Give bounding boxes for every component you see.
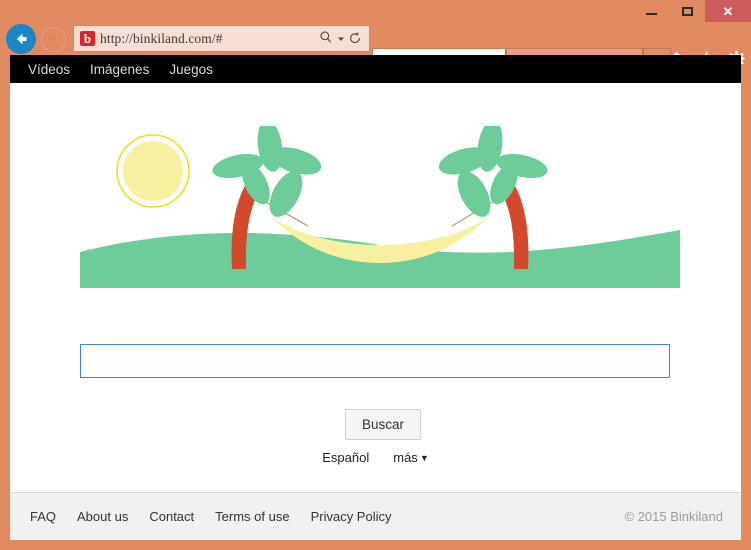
- address-bar[interactable]: b http://binkiland.com/#: [73, 25, 370, 52]
- minimize-button[interactable]: [633, 0, 669, 22]
- footer-link-about-us[interactable]: About us: [77, 509, 128, 524]
- close-button[interactable]: ✕: [705, 0, 751, 22]
- minimize-icon: [645, 13, 657, 15]
- site-menu-item-juegos[interactable]: Juegos: [169, 62, 213, 77]
- language-link[interactable]: Español: [322, 450, 369, 465]
- refresh-icon[interactable]: [348, 31, 362, 47]
- close-icon: ✕: [722, 3, 734, 19]
- footer-link-terms-of-use[interactable]: Terms of use: [215, 509, 289, 524]
- more-link[interactable]: más ▼: [393, 450, 428, 465]
- beach-hammock-palms-logo: [80, 120, 680, 301]
- options-row: Español más ▼: [10, 450, 741, 465]
- site-menu-item-videos[interactable]: Vídeos: [28, 62, 70, 77]
- palm-leaves-left: [212, 120, 322, 217]
- palm-leaves-right: [438, 120, 548, 217]
- sun-icon: [116, 134, 190, 208]
- page-body: Buscar Español más ▼ FAQ About us Contac…: [10, 83, 741, 540]
- search-icon[interactable]: [319, 30, 334, 47]
- footer-link-contact[interactable]: Contact: [149, 509, 194, 524]
- title-bar: ✕: [0, 0, 751, 22]
- footer-link-faq[interactable]: FAQ: [30, 509, 56, 524]
- search-input[interactable]: [80, 344, 670, 378]
- chevron-down-icon[interactable]: [337, 32, 345, 45]
- maximize-button[interactable]: [669, 0, 705, 22]
- search-button[interactable]: Buscar: [345, 409, 422, 440]
- back-arrow-icon: [12, 30, 30, 48]
- page-viewport: Vídeos Imágenes Juegos Buscar Español má…: [10, 55, 741, 540]
- footer-link-privacy-policy[interactable]: Privacy Policy: [311, 509, 392, 524]
- copyright-text: © 2015 Binkiland: [624, 509, 723, 524]
- window-controls: ✕: [633, 0, 751, 22]
- chevron-down-icon: ▼: [419, 452, 429, 463]
- footer-links: FAQ About us Contact Terms of use Privac…: [30, 509, 392, 524]
- address-bar-icons: [319, 30, 362, 47]
- site-menu-item-imagenes[interactable]: Imágenes: [90, 62, 149, 77]
- site-footer: FAQ About us Contact Terms of use Privac…: [10, 492, 741, 540]
- site-menu-bar: Vídeos Imágenes Juegos: [10, 55, 741, 83]
- forward-arrow-icon: [46, 30, 61, 50]
- more-label: más: [393, 450, 418, 465]
- browser-window: ✕ b http://binkiland.com/# Vídeos Imágen…: [0, 0, 751, 550]
- url-text: http://binkiland.com/#: [100, 30, 223, 46]
- palm-tree-right: [438, 120, 548, 269]
- logo-svg: [80, 120, 680, 288]
- site-favicon-icon: b: [80, 31, 95, 46]
- browser-nav-bar: b http://binkiland.com/#: [0, 22, 751, 77]
- bing-b-icon: b: [80, 31, 95, 46]
- maximize-icon: [681, 6, 693, 16]
- forward-button[interactable]: [41, 27, 66, 52]
- back-button[interactable]: [6, 24, 36, 54]
